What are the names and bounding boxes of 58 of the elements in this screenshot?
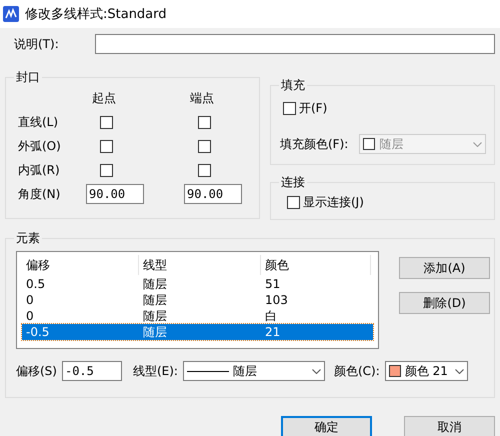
table-cell-text: 0 [25, 308, 35, 324]
linetype-label: 线型(E): [132, 362, 178, 380]
checkbox[interactable] [100, 116, 113, 128]
app-icon [3, 6, 19, 22]
table-cell-text: 0 [25, 292, 35, 308]
cancel-button[interactable]: 取消 [404, 416, 495, 436]
column-header: 端点 [189, 90, 215, 106]
column-header[interactable]: 偏移 [22, 255, 139, 275]
chevron-down-icon [312, 368, 321, 374]
checkbox[interactable] [198, 140, 211, 152]
fill-color-label: 填充颜色(F): [280, 136, 348, 152]
table-cell-text: -0.5 [25, 324, 50, 340]
checkbox[interactable] [198, 116, 211, 128]
element-row[interactable]: 0.5 随层 51 [22, 276, 373, 292]
checkbox[interactable] [283, 102, 296, 115]
chevron-down-icon [473, 142, 482, 146]
ok-button[interactable]: 确定 [281, 416, 372, 436]
table-cell-text: 103 [264, 292, 289, 308]
table-cell-text: 随层 [142, 324, 168, 340]
add-button[interactable]: 添加(A) [399, 257, 490, 279]
column-header[interactable]: 线型 [139, 255, 261, 275]
table-cell-text: 随层 [142, 308, 168, 324]
color-dropdown[interactable]: 颜色 21 [384, 361, 468, 381]
element-row[interactable]: 0 随层 白 [22, 308, 373, 324]
fill-title: 填充 [279, 77, 307, 94]
description-label: 说明(T): [14, 36, 60, 52]
offset-label: 偏移(S) [16, 362, 57, 380]
table-cell-text: 随层 [142, 292, 168, 308]
cap-label: 内弧(R) [17, 162, 61, 178]
color-label: 颜色(C): [334, 362, 380, 380]
angle-field[interactable]: 90.00 [86, 184, 144, 204]
table-cell-text: 0.5 [25, 276, 46, 292]
linetype-dropdown[interactable]: 随层 [182, 361, 325, 381]
table-cell-text: 随层 [142, 276, 168, 292]
fill-on-label: 开(F) [299, 100, 328, 117]
window-title: 修改多线样式:Standard [25, 6, 167, 23]
offset-field[interactable]: -0.5 [62, 361, 122, 381]
element-row[interactable]: 0 随层 103 [22, 292, 373, 308]
description-field[interactable] [95, 34, 495, 54]
elements-title: 元素 [14, 230, 42, 247]
delete-button[interactable]: 删除(D) [399, 292, 490, 314]
table-cell-text: 白 [264, 308, 278, 324]
chevron-down-icon [454, 368, 464, 374]
column-header[interactable]: 颜色 [261, 255, 371, 275]
checkbox[interactable] [100, 140, 113, 152]
angle-field[interactable]: 90.00 [184, 184, 242, 204]
cap-label: 直线(L) [17, 114, 60, 130]
checkbox[interactable] [100, 164, 113, 176]
table-cell-text: 51 [264, 276, 282, 292]
checkbox[interactable] [198, 164, 211, 176]
column-header: 起点 [91, 90, 117, 106]
checkbox[interactable] [287, 196, 300, 209]
angle-label: 角度(N) [17, 186, 62, 202]
table-cell-text: 21 [264, 324, 282, 340]
element-row[interactable]: -0.5 随层 21 [22, 324, 373, 340]
display-joints-label: 显示连接(J) [303, 194, 364, 211]
cap-label: 外弧(O) [17, 138, 62, 154]
joints-title: 连接 [279, 174, 307, 191]
